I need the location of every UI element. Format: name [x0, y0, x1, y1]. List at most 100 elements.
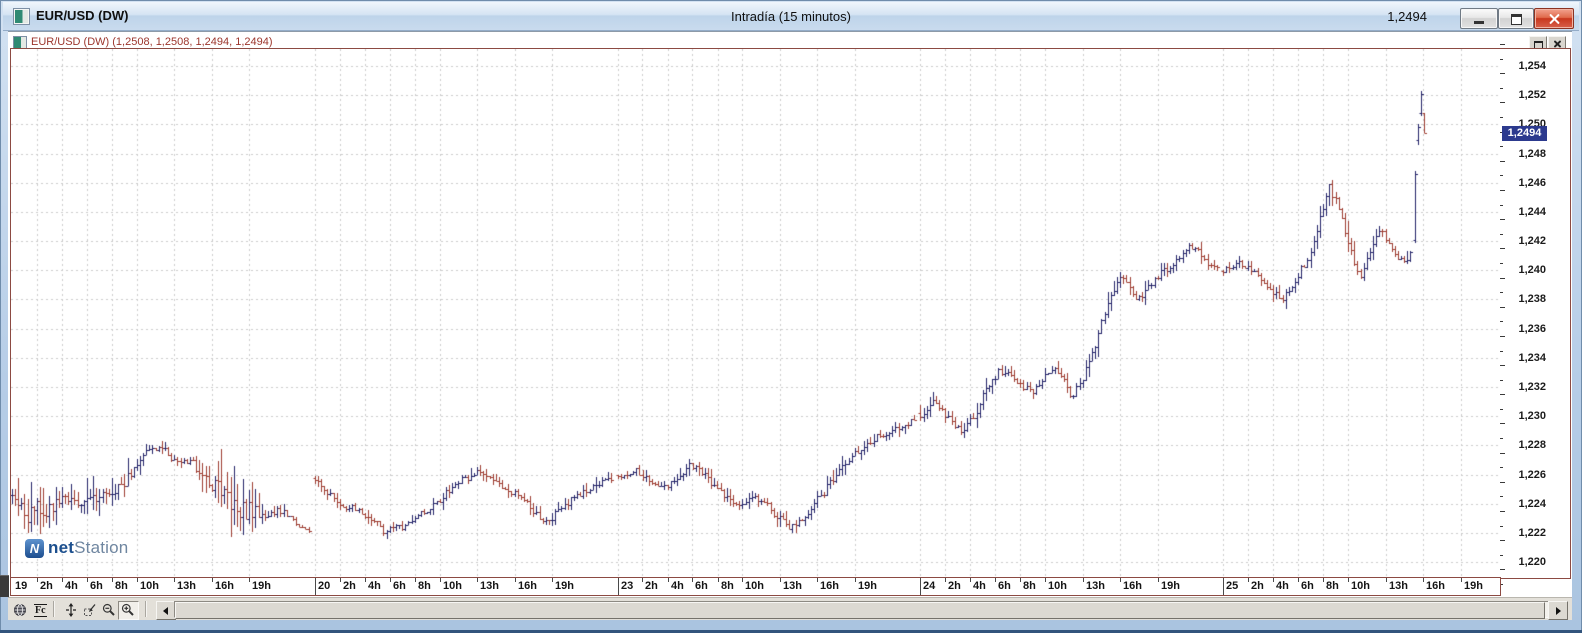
price-axis-minor-tick	[1500, 467, 1503, 468]
time-axis-day-label: 19	[15, 579, 27, 594]
chart-window: EUR/USD (DW) (1,2508, 1,2508, 1,2494, 1,…	[8, 31, 1572, 619]
indicator-icon[interactable]: Fc	[30, 601, 51, 620]
time-axis-tick	[112, 578, 113, 582]
day-separator	[920, 578, 921, 595]
price-axis-minor-tick	[1500, 146, 1503, 147]
price-axis-label: 1,252	[1505, 88, 1546, 102]
time-axis-hour-label: 4h	[973, 579, 986, 594]
price-axis-minor-tick	[1500, 234, 1503, 235]
time-axis-tick	[137, 578, 138, 582]
time-axis-tick	[1158, 578, 1159, 582]
time-axis-hour-label: 2h	[40, 579, 53, 594]
time-axis-tick	[37, 578, 38, 582]
title-bar[interactable]: EUR/USD (DW) Intradía (15 minutos) 1,249…	[3, 2, 1579, 31]
time-axis-hour-label: 8h	[115, 579, 128, 594]
time-axis-hour-label: 8h	[1023, 579, 1036, 594]
time-axis-tick	[552, 578, 553, 582]
zoom-box-icon[interactable]	[80, 601, 101, 620]
price-axis-minor-tick	[1500, 351, 1503, 352]
minimize-button[interactable]	[1460, 8, 1498, 29]
time-axis-tick	[1323, 578, 1324, 582]
time-axis-tick	[668, 578, 669, 582]
price-axis-minor-tick	[1500, 117, 1503, 118]
time-axis-tick	[1423, 578, 1424, 582]
price-axis-major-tick	[1500, 102, 1505, 103]
price-axis-major-tick	[1500, 219, 1505, 220]
price-axis-minor-tick	[1500, 321, 1503, 322]
time-axis-tick	[945, 578, 946, 582]
price-axis-label: 1,242	[1505, 234, 1546, 248]
time-axis-hour-label: 19h	[1464, 579, 1483, 594]
time-axis-tick	[1348, 578, 1349, 582]
close-button[interactable]	[1534, 8, 1574, 29]
horizontal-scrollbar[interactable]	[156, 601, 1568, 618]
day-separator	[1223, 578, 1224, 595]
day-separator	[618, 578, 619, 595]
time-axis-tick	[718, 578, 719, 582]
time-axis-tick	[780, 578, 781, 582]
time-axis-hour-label: 8h	[418, 579, 431, 594]
price-axis-label: 1,222	[1505, 526, 1546, 540]
price-axis-label: 1,234	[1505, 351, 1546, 365]
time-axis-hour-label: 4h	[368, 579, 381, 594]
time-axis-tick	[1461, 578, 1462, 582]
time-axis-hour-label: 6h	[90, 579, 103, 594]
time-axis-hour-label: 2h	[1251, 579, 1264, 594]
zoom-out-icon[interactable]	[99, 601, 120, 620]
time-axis-day-label: 25	[1226, 579, 1238, 594]
time-axis-tick	[1298, 578, 1299, 582]
time-axis-tick	[642, 578, 643, 582]
time-axis-hour-label: 16h	[518, 579, 537, 594]
time-axis-hour-label: 19h	[252, 579, 271, 594]
price-axis-minor-tick	[1500, 438, 1503, 439]
restore-button[interactable]	[1498, 8, 1534, 29]
time-axis-hour-label: 13h	[1389, 579, 1408, 594]
time-axis-tick	[817, 578, 818, 582]
time-axis-tick	[1273, 578, 1274, 582]
world-icon[interactable]	[10, 601, 31, 620]
price-axis-minor-tick	[1500, 409, 1503, 410]
price-axis-major-tick	[1500, 394, 1505, 395]
price-axis-label: 1,246	[1505, 176, 1546, 190]
time-axis-hour-label: 16h	[1123, 579, 1142, 594]
scroll-left-arrow[interactable]	[156, 601, 176, 620]
price-axis-minor-tick	[1500, 496, 1503, 497]
time-axis-hour-label: 6h	[695, 579, 708, 594]
time-axis-tick	[477, 578, 478, 582]
time-axis-hour-label: 19h	[858, 579, 877, 594]
time-axis-tick	[1020, 578, 1021, 582]
time-axis-tick	[174, 578, 175, 582]
time-axis-hour-label: 10h	[443, 579, 462, 594]
time-axis-hour-label: 6h	[998, 579, 1011, 594]
price-axis[interactable]: 1,2541,2521,2501,2481,2461,2441,2421,240…	[1500, 48, 1571, 579]
price-axis-minor-tick	[1500, 555, 1503, 556]
chart-plot-area[interactable]	[11, 49, 1500, 578]
price-axis-label: 1,228	[1505, 438, 1546, 452]
time-axis[interactable]: 192h4h6h8h10h13h16h19h202h4h6h8h10h13h16…	[10, 578, 1501, 596]
price-axis-major-tick	[1500, 423, 1505, 424]
autoscale-icon[interactable]	[61, 601, 82, 620]
current-price-tag: 1,2494	[1502, 126, 1547, 141]
time-axis-tick	[390, 578, 391, 582]
scroll-right-arrow[interactable]	[1548, 601, 1568, 620]
price-axis-minor-tick	[1500, 205, 1503, 206]
time-axis-tick	[742, 578, 743, 582]
chart-plot-frame: N net Station	[10, 48, 1501, 579]
scrollbar-thumb[interactable]	[175, 602, 1545, 619]
price-axis-minor-tick	[1500, 88, 1503, 89]
time-axis-tick	[440, 578, 441, 582]
price-axis-label: 1,236	[1505, 322, 1546, 336]
price-axis-label: 1,232	[1505, 380, 1546, 394]
price-axis-label: 1,238	[1505, 292, 1546, 306]
price-axis-major-tick	[1500, 190, 1505, 191]
price-axis-minor-tick	[1500, 175, 1503, 176]
time-axis-hour-label: 2h	[343, 579, 356, 594]
zoom-in-icon[interactable]	[118, 601, 139, 620]
time-axis-tick	[970, 578, 971, 582]
price-axis-minor-tick	[1500, 526, 1503, 527]
time-axis-hour-label: 16h	[215, 579, 234, 594]
toolbar-separator	[53, 601, 54, 617]
price-axis-minor-tick	[1500, 292, 1503, 293]
price-axis-major-tick	[1500, 511, 1505, 512]
price-axis-major-tick	[1500, 73, 1505, 74]
